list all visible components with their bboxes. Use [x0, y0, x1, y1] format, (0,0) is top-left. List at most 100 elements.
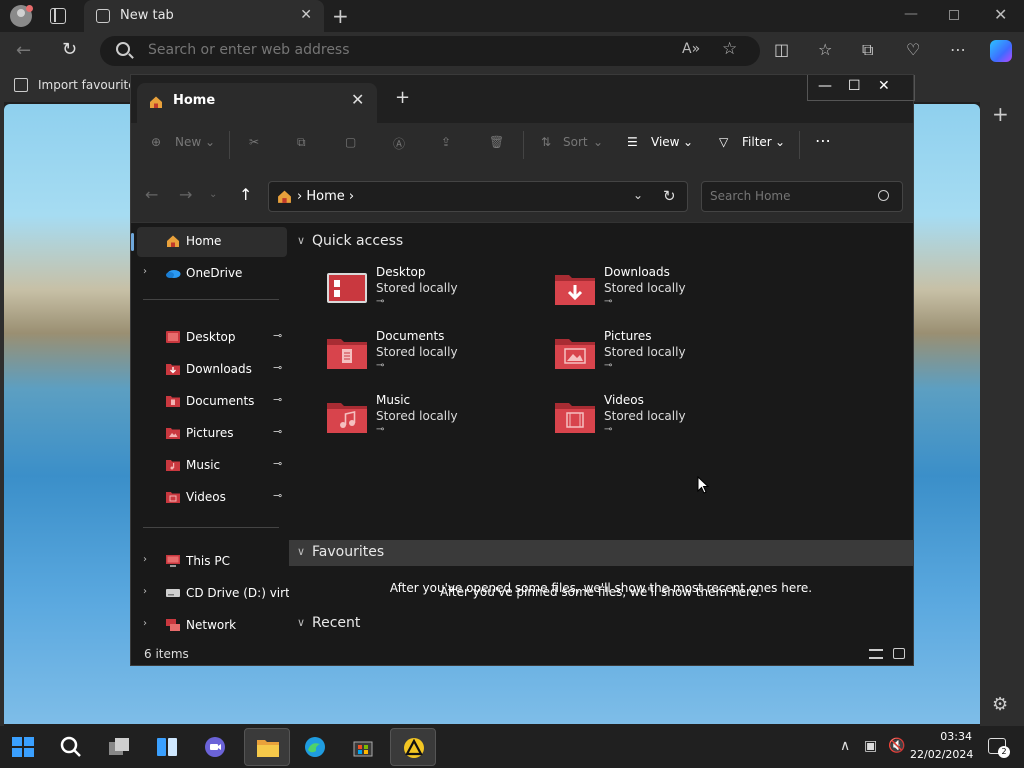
explorer-tab-label: Home [173, 93, 216, 108]
explorer-search-input[interactable] [710, 189, 870, 203]
sidebar-item-documents[interactable]: Documents ⊸ [137, 387, 287, 417]
copilot-icon[interactable] [990, 40, 1012, 62]
sidebar-item-home[interactable]: Home [131, 227, 287, 257]
rename-icon[interactable]: Ⓐ [393, 135, 405, 152]
breadcrumb[interactable]: › Home › ⌄ ↻ [268, 181, 688, 212]
section-recent[interactable]: ∨ Recent [289, 611, 913, 637]
explorer-tab-close-icon[interactable]: ✕ [351, 90, 364, 109]
browser-tab-new-tab[interactable]: New tab ✕ [84, 0, 324, 32]
item-name: Videos [604, 393, 644, 407]
chevron-right-icon[interactable]: › [143, 266, 147, 277]
sidebar-item-desktop[interactable]: Desktop ⊸ [137, 323, 287, 353]
nav-up-icon[interactable]: ↑ [239, 185, 252, 204]
taskbar-edge-browser[interactable] [292, 728, 338, 766]
sidebar-item-label: OneDrive [186, 266, 243, 280]
explorer-new-tab-button[interactable]: + [395, 87, 410, 108]
filter-button[interactable]: Filter [742, 135, 772, 149]
quick-access-item-documents[interactable]: Documents Stored locally ⊸ [325, 329, 545, 389]
collections-icon[interactable]: ⧉ [862, 40, 873, 60]
start-button[interactable] [0, 728, 46, 766]
explorer-close-button[interactable]: ✕ [878, 78, 890, 94]
item-location: Stored locally [604, 281, 686, 295]
sidebar-item-this-pc[interactable]: › This PC [137, 547, 287, 577]
sidebar-item-videos[interactable]: Videos ⊸ [137, 483, 287, 513]
explorer-maximize-button[interactable]: ☐ [848, 78, 861, 94]
explorer-tab-home[interactable]: Home ✕ [137, 83, 377, 123]
clock-date[interactable]: 22/02/2024 [910, 748, 973, 761]
browser-close-button[interactable]: ✕ [994, 5, 1007, 24]
taskbar-search-button[interactable] [48, 728, 94, 766]
address-input[interactable] [148, 42, 648, 58]
breadcrumb-dropdown-icon[interactable]: ⌄ [633, 188, 643, 202]
tiles-view-icon[interactable] [893, 648, 905, 659]
breadcrumb-home[interactable]: Home [306, 189, 344, 204]
sidebar-add-icon[interactable]: + [992, 102, 1009, 126]
quick-access-item-music[interactable]: Music Stored locally ⊸ [325, 393, 545, 453]
section-quick-access[interactable]: ∨ Quick access [289, 229, 913, 255]
chevron-right-icon[interactable]: › [143, 618, 147, 629]
sidebar-item-downloads[interactable]: Downloads ⊸ [137, 355, 287, 385]
browser-restore-button[interactable] [949, 10, 959, 20]
delete-icon[interactable]: 🗑 [489, 135, 504, 149]
show-hidden-icons-chevron-up-icon[interactable]: ∧ [840, 738, 850, 754]
quick-access-item-downloads[interactable]: Downloads Stored locally ⊸ [553, 265, 773, 325]
address-bar[interactable]: A» ☆ [100, 36, 760, 66]
taskbar-microsoft-store[interactable] [340, 728, 386, 766]
details-view-icon[interactable] [869, 649, 883, 659]
import-favourites-link[interactable]: Import favourites [38, 78, 142, 92]
clock-time[interactable]: 03:34 [910, 730, 972, 743]
add-favourite-star-icon[interactable]: ☆ [722, 39, 737, 59]
onedrive-cloud-icon [166, 270, 181, 278]
browser-minimize-button[interactable]: — [904, 6, 918, 22]
chevron-right-icon[interactable]: › [143, 586, 147, 597]
sidebar-item-network[interactable]: › Network [137, 611, 287, 641]
view-button[interactable]: View [651, 135, 679, 149]
chevron-down-icon: ∨ [297, 234, 306, 247]
nav-back-icon[interactable]: ← [145, 185, 158, 204]
tab-actions-icon[interactable] [50, 8, 66, 24]
favourites-icon[interactable]: ☆ [818, 40, 832, 59]
new-tab-button[interactable]: + [332, 4, 349, 28]
copy-icon[interactable]: ⧉ [297, 135, 306, 150]
refresh-button[interactable]: ↻ [62, 39, 77, 60]
browser-essentials-icon[interactable]: ♡ [906, 40, 920, 59]
quick-access-item-desktop[interactable]: Desktop Stored locally ⊸ [325, 265, 545, 325]
more-options-icon[interactable]: ⋯ [950, 40, 966, 59]
see-more-icon[interactable]: ⋯ [815, 131, 831, 150]
split-screen-icon[interactable]: ◫ [774, 40, 789, 59]
sort-button[interactable]: Sort [563, 135, 588, 149]
section-favourites[interactable]: ∨ Favourites [289, 540, 913, 566]
task-view-button[interactable] [96, 728, 142, 766]
close-tab-icon[interactable]: ✕ [300, 7, 312, 23]
recent-locations-chevron-icon[interactable]: ⌄ [209, 189, 217, 200]
explorer-search-box[interactable] [701, 181, 903, 212]
widgets-button[interactable] [144, 728, 190, 766]
explorer-minimize-button[interactable]: — [818, 78, 832, 94]
taskbar-file-explorer[interactable] [244, 728, 290, 766]
back-button[interactable]: ← [16, 40, 31, 61]
share-icon[interactable]: ⇪ [441, 135, 451, 149]
volume-muted-icon[interactable]: 🔇 [888, 738, 905, 754]
sidebar-item-music[interactable]: Music ⊸ [137, 451, 287, 481]
item-location: Stored locally [604, 409, 686, 423]
file-explorer-folder-icon [257, 740, 279, 757]
sidebar-item-onedrive[interactable]: › OneDrive [137, 259, 287, 289]
paste-icon[interactable]: ▢ [345, 135, 356, 149]
sidebar-item-pictures[interactable]: Pictures ⊸ [137, 419, 287, 449]
chat-button[interactable] [192, 728, 238, 766]
sidebar-item-cd-drive[interactable]: › CD Drive (D:) virtio- [137, 579, 290, 609]
sidebar-item-label: CD Drive (D:) virtio- [186, 586, 290, 600]
new-button[interactable]: New [175, 135, 201, 149]
network-status-icon[interactable]: ▣ [864, 738, 877, 754]
read-aloud-icon[interactable]: A» [682, 41, 700, 57]
content-pane: ∨ Quick access Desktop Stored locally ⊸ … [289, 223, 913, 643]
quick-access-item-pictures[interactable]: Pictures Stored locally ⊸ [553, 329, 773, 389]
nav-forward-icon[interactable]: → [179, 185, 192, 204]
refresh-icon[interactable]: ↻ [663, 187, 676, 205]
cut-icon[interactable]: ✂ [249, 135, 259, 149]
chevron-right-icon[interactable]: › [143, 554, 147, 565]
quick-access-item-videos[interactable]: Videos Stored locally ⊸ [553, 393, 773, 453]
taskbar-app-triangle[interactable] [390, 728, 436, 766]
sidebar-settings-gear-icon[interactable]: ⚙ [992, 694, 1008, 715]
new-tab-page-icon [96, 9, 110, 23]
